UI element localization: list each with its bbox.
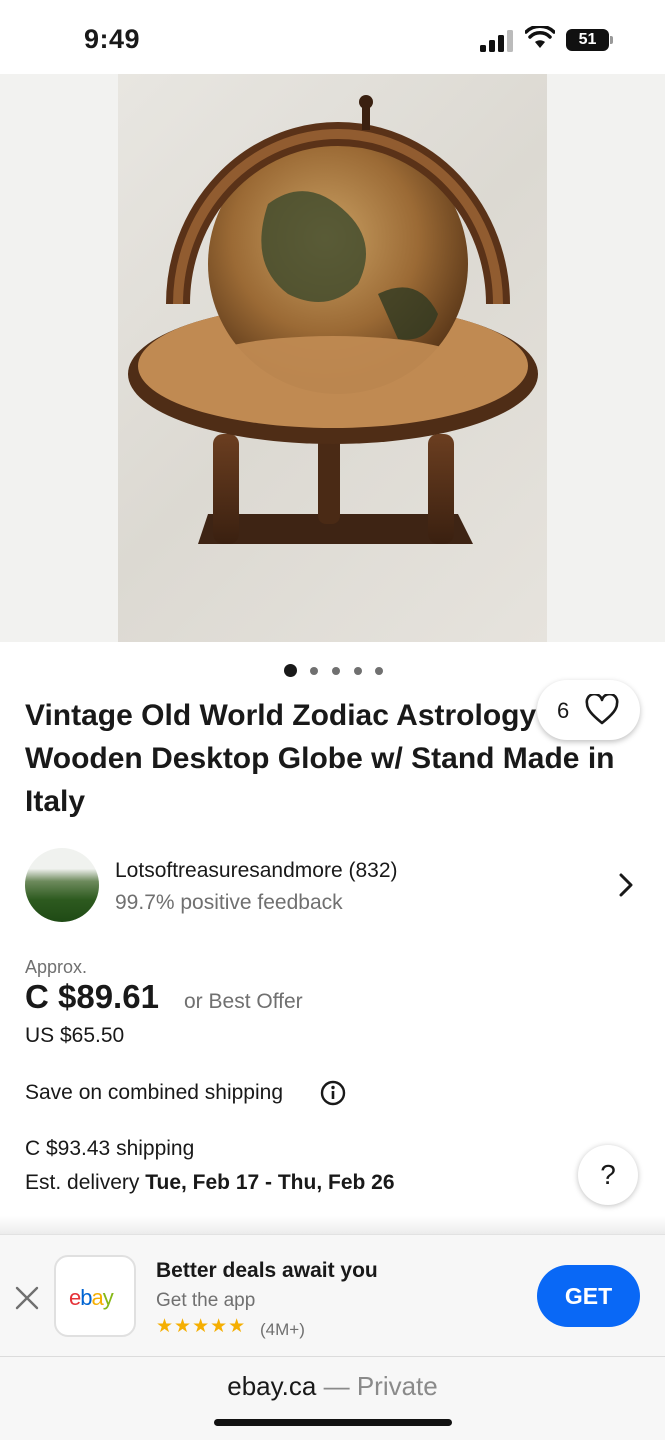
price: C $89.61 bbox=[25, 978, 159, 1015]
battery-tip bbox=[610, 36, 613, 44]
divider bbox=[0, 1216, 665, 1234]
info-icon[interactable] bbox=[320, 1080, 346, 1106]
logo-letter-b: b bbox=[80, 1285, 92, 1310]
ebay-logo: ebay bbox=[69, 1285, 114, 1311]
signal-icon bbox=[480, 30, 513, 52]
usd-price: US $65.50 bbox=[25, 1024, 125, 1047]
rating-count: (4M+) bbox=[260, 1320, 305, 1339]
seller-feedback: 99.7% positive feedback bbox=[115, 891, 343, 914]
delivery-prefix: Est. delivery bbox=[25, 1171, 146, 1194]
status-time: 9:49 bbox=[84, 24, 141, 54]
pagination-dot-active[interactable] bbox=[284, 664, 297, 677]
approx-label: Approx. bbox=[25, 957, 88, 977]
estimated-delivery: Est. delivery Tue, Feb 17 - Thu, Feb 26 bbox=[25, 1171, 395, 1195]
banner-subtitle: Get the app bbox=[156, 1290, 256, 1311]
logo-letter-e: e bbox=[69, 1285, 81, 1310]
url-domain: ebay.ca bbox=[227, 1371, 317, 1401]
wifi-icon bbox=[525, 26, 555, 48]
get-app-button[interactable]: GET bbox=[537, 1265, 640, 1327]
combined-shipping: Save on combined shipping bbox=[25, 1081, 284, 1104]
best-offer-label: or Best Offer bbox=[184, 990, 303, 1013]
logo-letter-y: y bbox=[102, 1285, 114, 1310]
seller-name: Lotsoftreasuresandmore (832) bbox=[115, 859, 398, 882]
browser-url-bar[interactable]: ebay.ca — Private bbox=[0, 1356, 665, 1440]
help-button[interactable]: ? bbox=[578, 1145, 638, 1205]
listing-title: Vintage Old World Zodiac Astrology Woode… bbox=[25, 699, 615, 818]
battery-level: 51 bbox=[566, 29, 609, 51]
pagination-dot[interactable] bbox=[375, 667, 383, 675]
image-pagination bbox=[284, 664, 394, 678]
battery-icon: 51 bbox=[566, 29, 614, 51]
pagination-dot[interactable] bbox=[310, 667, 318, 675]
product-photo[interactable] bbox=[118, 74, 547, 642]
delivery-dates: Tue, Feb 17 - Thu, Feb 26 bbox=[145, 1171, 395, 1194]
pagination-dot[interactable] bbox=[354, 667, 362, 675]
logo-letter-a: a bbox=[91, 1285, 104, 1310]
chevron-right-icon bbox=[619, 873, 633, 897]
status-bar: 9:49 51 bbox=[0, 0, 665, 74]
image-gallery[interactable]: 6 bbox=[0, 74, 665, 740]
ebay-app-icon[interactable]: ebay bbox=[54, 1255, 136, 1337]
home-indicator[interactable] bbox=[214, 1419, 452, 1426]
close-icon[interactable] bbox=[14, 1285, 40, 1311]
star-rating: ★★★★★ bbox=[156, 1316, 247, 1337]
seller-avatar bbox=[25, 848, 99, 922]
shipping-cost: C $93.43 shipping bbox=[25, 1137, 195, 1160]
url-text[interactable]: ebay.ca — Private bbox=[0, 1371, 665, 1402]
url-mode: — Private bbox=[316, 1371, 438, 1401]
pagination-dot[interactable] bbox=[332, 667, 340, 675]
seller-card[interactable]: Lotsoftreasuresandmore (832) 99.7% posit… bbox=[25, 848, 640, 922]
banner-title: Better deals await you bbox=[156, 1259, 378, 1282]
app-banner: ebay Better deals await you Get the app … bbox=[0, 1234, 665, 1356]
globe-illustration bbox=[128, 95, 538, 544]
